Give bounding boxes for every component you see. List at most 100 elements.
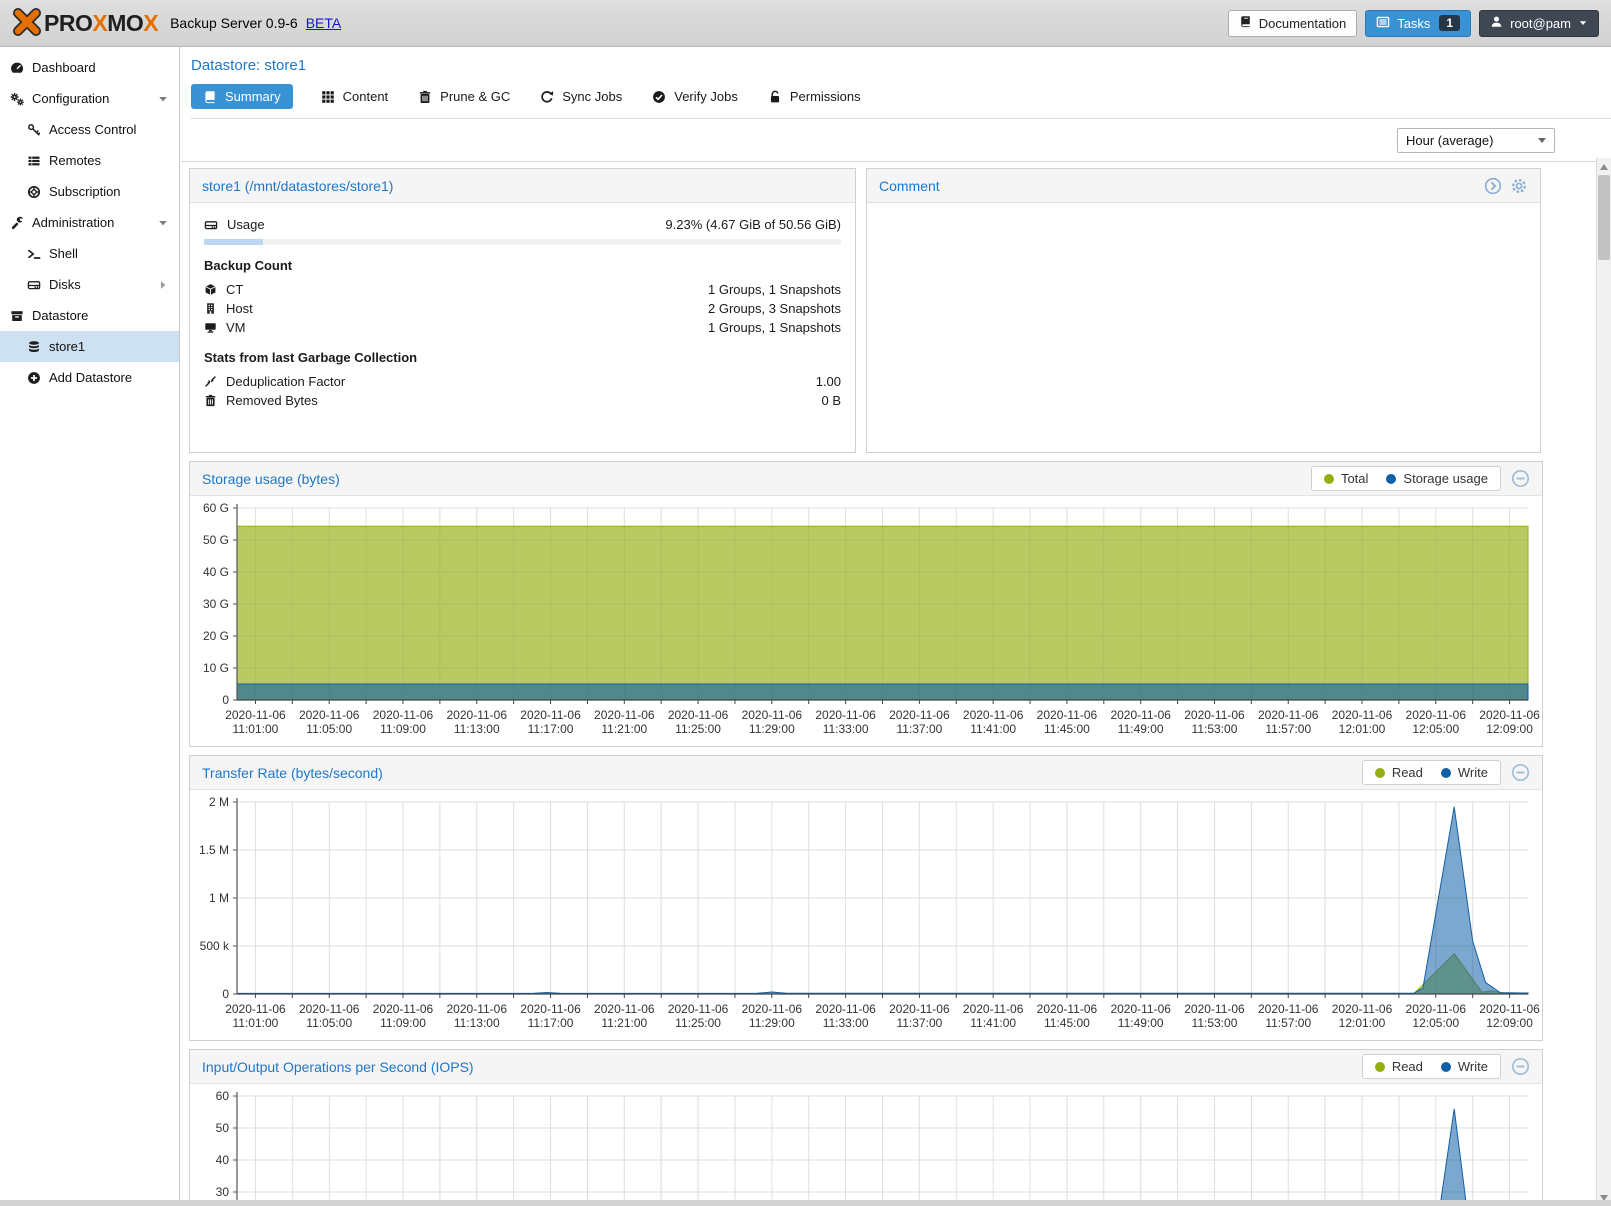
svg-text:500 k: 500 k <box>200 939 230 953</box>
storage-usage-chart: 60 G50 G40 G30 G20 G10 G02020-11-0611:01… <box>190 496 1542 746</box>
scrollbar-thumb[interactable] <box>1598 175 1610 260</box>
caret-down-icon[interactable] <box>157 217 169 229</box>
sidebar-item-shell[interactable]: Shell <box>0 238 179 269</box>
legend-item-read[interactable]: Read <box>1375 765 1423 780</box>
sidebar-item-configuration[interactable]: Configuration <box>0 83 179 114</box>
gear-icon[interactable] <box>1510 177 1528 195</box>
deduplication-factor-row: Deduplication Factor1.00 <box>204 372 841 391</box>
svg-text:12:09:00: 12:09:00 <box>1486 722 1533 736</box>
ct-row: CT1 Groups, 1 Snapshots <box>204 280 841 299</box>
svg-text:2020-11-06: 2020-11-06 <box>1258 708 1319 722</box>
collapse-chart-icon[interactable] <box>1511 763 1530 782</box>
tasks-label: Tasks <box>1397 16 1430 31</box>
page-title: Datastore: store1 <box>181 47 1611 74</box>
legend-item-read[interactable]: Read <box>1375 1059 1423 1074</box>
svg-text:11:17:00: 11:17:00 <box>528 1016 574 1030</box>
edit-comment-icon[interactable] <box>1484 177 1502 195</box>
legend-item-write[interactable]: Write <box>1441 1059 1488 1074</box>
legend-item-write[interactable]: Write <box>1441 765 1488 780</box>
iops-chart-panel: Input/Output Operations per Second (IOPS… <box>189 1049 1543 1206</box>
svg-text:2020-11-06: 2020-11-06 <box>815 708 876 722</box>
svg-text:2020-11-06: 2020-11-06 <box>1184 708 1245 722</box>
caret-right-icon[interactable] <box>157 279 169 291</box>
svg-text:11:45:00: 11:45:00 <box>1044 1016 1090 1030</box>
svg-text:2020-11-06: 2020-11-06 <box>225 1002 286 1016</box>
svg-text:30 G: 30 G <box>203 597 229 611</box>
chart-legend: Read Write <box>1362 1054 1501 1079</box>
unlock-icon <box>768 90 782 104</box>
book-icon <box>1239 15 1252 31</box>
sidebar-item-remotes[interactable]: Remotes <box>0 145 179 176</box>
svg-text:11:45:00: 11:45:00 <box>1044 722 1090 736</box>
datastore-summary-panel: store1 (/mnt/datastores/store1) Usage 9.… <box>189 168 856 453</box>
legend-item-storage-usage[interactable]: Storage usage <box>1386 471 1488 486</box>
iops-chart: 60504030201002020-11-0611:01:002020-11-0… <box>190 1084 1542 1206</box>
svg-text:12:09:00: 12:09:00 <box>1486 1016 1533 1030</box>
collapse-chart-icon[interactable] <box>1511 469 1530 488</box>
svg-text:11:01:00: 11:01:00 <box>233 722 279 736</box>
svg-text:2020-11-06: 2020-11-06 <box>889 708 950 722</box>
svg-text:11:29:00: 11:29:00 <box>749 1016 795 1030</box>
tab-verify-jobs[interactable]: Verify Jobs <box>650 84 740 109</box>
chevron-down-icon <box>1538 138 1546 143</box>
timeframe-select[interactable]: Hour (average) <box>1397 128 1555 153</box>
tab-sync-jobs[interactable]: Sync Jobs <box>538 84 624 109</box>
svg-text:30: 30 <box>216 1185 230 1199</box>
tab-summary[interactable]: Summary <box>191 84 293 109</box>
topbar-actions: Documentation Tasks 1 root@pam <box>1228 10 1599 37</box>
legend-item-total[interactable]: Total <box>1324 471 1368 486</box>
storage-usage-chart-panel: Storage usage (bytes) TotalStorage usage… <box>189 461 1543 747</box>
datastore-icon <box>10 309 24 323</box>
beta-link[interactable]: BETA <box>306 15 342 31</box>
svg-text:2020-11-06: 2020-11-06 <box>742 708 803 722</box>
tasks-button[interactable]: Tasks 1 <box>1365 10 1471 37</box>
chart-legend: Read Write <box>1362 760 1501 785</box>
svg-text:11:05:00: 11:05:00 <box>306 1016 352 1030</box>
sidebar-item-access-control[interactable]: Access Control <box>0 114 179 145</box>
svg-text:2020-11-06: 2020-11-06 <box>447 708 508 722</box>
svg-text:11:37:00: 11:37:00 <box>896 1016 942 1030</box>
svg-text:40 G: 40 G <box>203 565 229 579</box>
transfer-rate-chart: 2 M1.5 M1 M500 k02020-11-0611:01:002020-… <box>190 790 1542 1040</box>
documentation-button[interactable]: Documentation <box>1228 10 1357 37</box>
usage-progressbar <box>204 239 841 245</box>
svg-text:2020-11-06: 2020-11-06 <box>1332 1002 1393 1016</box>
sidebar-item-store1[interactable]: store1 <box>0 331 179 362</box>
svg-text:1.5 M: 1.5 M <box>199 843 229 857</box>
sidebar-item-administration[interactable]: Administration <box>0 207 179 238</box>
store1-icon <box>27 340 41 354</box>
dashboard-icon <box>10 61 24 75</box>
svg-text:11:41:00: 11:41:00 <box>970 1016 1016 1030</box>
caret-down-icon[interactable] <box>157 93 169 105</box>
svg-text:11:29:00: 11:29:00 <box>749 722 795 736</box>
sidebar-item-dashboard[interactable]: Dashboard <box>0 52 179 83</box>
svg-text:2020-11-06: 2020-11-06 <box>594 708 655 722</box>
window-bottom-edge <box>0 1200 1611 1206</box>
sidebar-item-datastore[interactable]: Datastore <box>0 300 179 331</box>
proxmox-x-icon <box>12 7 42 40</box>
tab-permissions[interactable]: Permissions <box>766 84 863 109</box>
svg-text:11:09:00: 11:09:00 <box>380 722 426 736</box>
user-menu-button[interactable]: root@pam <box>1479 10 1599 37</box>
hdd-icon <box>204 218 218 232</box>
timeframe-value: Hour (average) <box>1406 133 1493 148</box>
vertical-scrollbar[interactable] <box>1596 158 1611 1206</box>
scroll-up-arrow[interactable] <box>1597 159 1611 174</box>
legend-dot <box>1441 768 1451 778</box>
panel-title: Comment <box>879 178 940 194</box>
svg-text:2020-11-06: 2020-11-06 <box>1037 708 1098 722</box>
sidebar-item-add-datastore[interactable]: Add Datastore <box>0 362 179 393</box>
svg-text:2020-11-06: 2020-11-06 <box>1110 708 1171 722</box>
svg-text:11:57:00: 11:57:00 <box>1265 722 1311 736</box>
sidebar-item-disks[interactable]: Disks <box>0 269 179 300</box>
svg-text:11:33:00: 11:33:00 <box>823 722 869 736</box>
chart-title: Transfer Rate (bytes/second) <box>202 765 383 781</box>
collapse-chart-icon[interactable] <box>1511 1057 1530 1076</box>
svg-text:2020-11-06: 2020-11-06 <box>1037 1002 1098 1016</box>
tab-prune-gc[interactable]: Prune & GC <box>416 84 512 109</box>
svg-text:12:05:00: 12:05:00 <box>1412 722 1459 736</box>
svg-text:2020-11-06: 2020-11-06 <box>668 708 729 722</box>
sidebar-item-subscription[interactable]: Subscription <box>0 176 179 207</box>
tab-content[interactable]: Content <box>319 84 391 109</box>
svg-text:11:05:00: 11:05:00 <box>306 722 352 736</box>
